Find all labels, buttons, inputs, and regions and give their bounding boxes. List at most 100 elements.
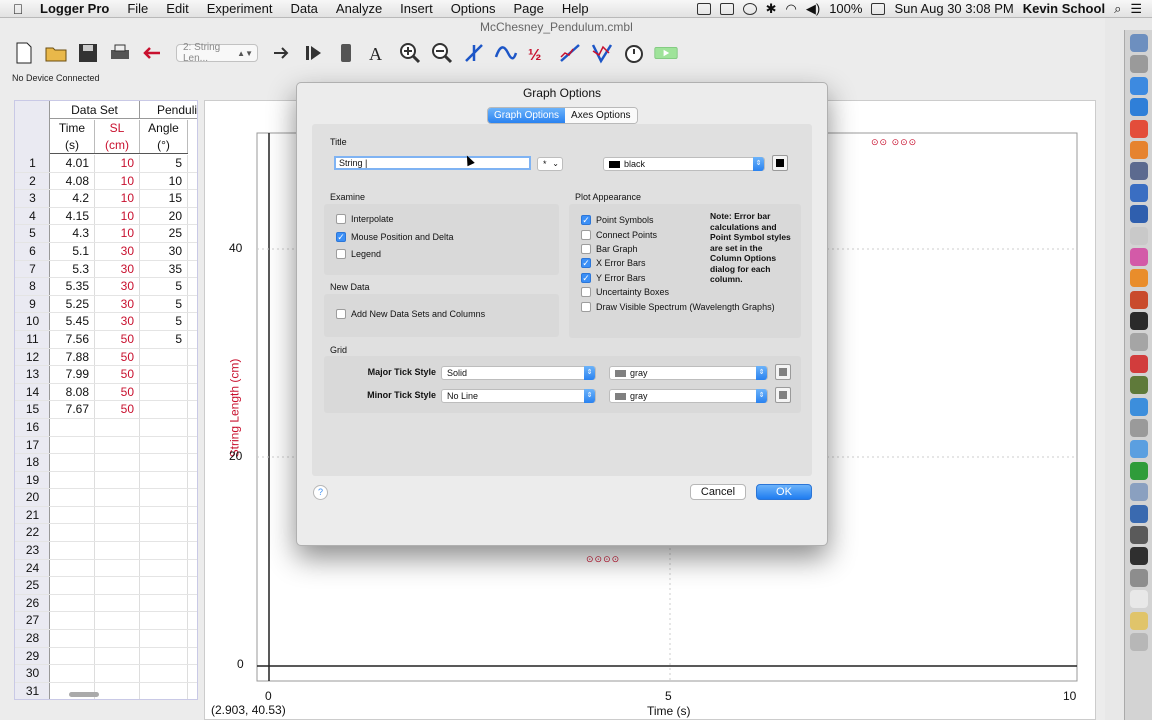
table-row[interactable]: 5 4.3 10 25 [15, 225, 197, 243]
cell-angle[interactable] [140, 630, 188, 647]
zoom-in-icon[interactable] [396, 39, 424, 67]
linear-fit-icon[interactable] [556, 39, 584, 67]
dock-app-icon[interactable] [1129, 440, 1148, 459]
cell-sl[interactable]: 50 [95, 366, 140, 383]
dock-app-icon[interactable] [1129, 34, 1148, 52]
interpolate-option[interactable]: Interpolate [336, 214, 394, 224]
cell-sl[interactable] [95, 594, 140, 612]
cell-time[interactable] [50, 630, 95, 647]
dock-app-icon[interactable] [1129, 504, 1148, 523]
add-new-data-option[interactable]: Add New Data Sets and Columns [336, 309, 485, 319]
table-row[interactable]: 28 [15, 630, 197, 648]
autoscale-text-icon[interactable]: A [364, 39, 392, 67]
cell-sl[interactable] [95, 682, 140, 699]
column-header-angle[interactable]: Angle [140, 120, 188, 137]
point-symbols-option[interactable]: ✓ Point Symbols [581, 215, 654, 225]
table-row[interactable]: 12 7.88 50 [15, 348, 197, 367]
legend-checkbox[interactable] [336, 249, 346, 259]
menu-experiment[interactable]: Experiment [198, 1, 282, 16]
table-row[interactable]: 13 7.99 50 [15, 366, 197, 384]
dock-app-icon[interactable] [1129, 461, 1148, 480]
import-icon[interactable] [138, 39, 166, 67]
cell-sl[interactable] [95, 577, 140, 594]
cell-angle[interactable] [140, 489, 188, 506]
data-set-title-2[interactable]: Penduli [140, 101, 197, 119]
cell-angle[interactable]: 15 [140, 190, 188, 207]
dock-app-icon[interactable] [1129, 119, 1148, 138]
dock-app-icon[interactable] [1129, 419, 1148, 438]
tab-axes-options[interactable]: Axes Options [565, 108, 637, 123]
trash-icon[interactable] [1129, 632, 1148, 651]
table-row[interactable]: 4 4.15 10 20 [15, 207, 197, 226]
sensor-icon[interactable] [332, 39, 360, 67]
cell-time[interactable] [50, 471, 95, 489]
cell-sl[interactable]: 10 [95, 190, 140, 207]
status-icon[interactable] [696, 2, 711, 15]
cell-sl[interactable] [95, 647, 140, 665]
cell-time[interactable] [50, 577, 95, 594]
cell-time[interactable] [50, 489, 95, 506]
visible-spectrum-option[interactable]: Draw Visible Spectrum (Wavelength Graphs… [581, 302, 775, 312]
cell-angle[interactable]: 35 [140, 260, 188, 278]
dock-app-icon[interactable] [1129, 312, 1148, 331]
cell-time[interactable] [50, 594, 95, 612]
major-tick-color-popup[interactable]: gray ⇕ [609, 366, 768, 380]
point-symbols-checkbox[interactable]: ✓ [581, 215, 591, 225]
battery-icon[interactable] [871, 2, 886, 15]
print-icon[interactable] [106, 39, 134, 67]
table-row[interactable]: 9 5.25 30 5 [15, 295, 197, 314]
cell-time[interactable] [50, 436, 95, 454]
cell-angle[interactable] [140, 348, 188, 366]
step-forward-icon[interactable] [300, 39, 328, 67]
cancel-button[interactable]: Cancel [690, 484, 746, 500]
uncertainty-boxes-option[interactable]: Uncertainty Boxes [581, 287, 669, 297]
cell-time[interactable]: 5.35 [50, 278, 95, 295]
cell-angle[interactable] [140, 542, 188, 559]
cell-time[interactable] [50, 612, 95, 630]
examine-icon[interactable] [460, 39, 488, 67]
dock-app-icon[interactable] [1129, 333, 1148, 352]
table-row[interactable]: 16 [15, 418, 197, 437]
minor-tick-color-popup[interactable]: gray ⇕ [609, 389, 768, 403]
menu-file[interactable]: File [118, 1, 157, 16]
uncertainty-boxes-checkbox[interactable] [581, 287, 591, 297]
cell-angle[interactable] [140, 612, 188, 630]
apple-menu-icon[interactable]:  [0, 1, 36, 17]
table-row[interactable]: 1 4.01 10 5 [15, 155, 197, 173]
x-error-bars-checkbox[interactable]: ✓ [581, 258, 591, 268]
cell-angle[interactable] [140, 401, 188, 418]
table-row[interactable]: 3 4.2 10 15 [15, 190, 197, 208]
dock-app-icon[interactable] [1129, 55, 1148, 74]
table-row[interactable]: 6 5.1 30 30 [15, 242, 197, 261]
cell-time[interactable] [50, 559, 95, 577]
dock-app-icon[interactable] [1129, 568, 1148, 587]
table-row[interactable]: 29 [15, 647, 197, 666]
cell-angle[interactable]: 5 [140, 278, 188, 295]
cell-time[interactable] [50, 418, 95, 436]
major-tick-style-popup[interactable]: Solid ⇕ [441, 366, 596, 380]
connect-points-option[interactable]: Connect Points [581, 230, 657, 240]
cell-sl[interactable]: 50 [95, 401, 140, 418]
cell-angle[interactable] [140, 506, 188, 524]
title-color-well[interactable] [772, 155, 788, 171]
table-row[interactable]: 25 [15, 577, 197, 595]
cell-sl[interactable] [95, 454, 140, 471]
cell-time[interactable]: 5.3 [50, 260, 95, 278]
title-font-popup[interactable]: * ⌄ [537, 157, 563, 171]
table-row[interactable]: 7 5.3 30 35 [15, 260, 197, 279]
table-row[interactable]: 31 [15, 682, 197, 699]
cell-time[interactable] [50, 665, 95, 682]
dock-app-icon[interactable] [1129, 98, 1148, 117]
tab-graph-options[interactable]: Graph Options [488, 108, 566, 123]
table-row[interactable]: 15 7.67 50 [15, 401, 197, 419]
clock-text[interactable]: Sun Aug 30 3:08 PM [894, 1, 1013, 16]
cell-angle[interactable] [140, 383, 188, 401]
table-row[interactable]: 2 4.08 10 10 [15, 172, 197, 191]
x-error-bars-option[interactable]: ✓ X Error Bars [581, 258, 646, 268]
table-row[interactable]: 17 [15, 436, 197, 455]
y-error-bars-option[interactable]: ✓ Y Error Bars [581, 273, 645, 283]
stopwatch-icon[interactable] [620, 39, 648, 67]
cell-sl[interactable] [95, 612, 140, 630]
cell-sl[interactable] [95, 471, 140, 489]
y-axis-label[interactable]: String Length (cm) [227, 359, 241, 458]
